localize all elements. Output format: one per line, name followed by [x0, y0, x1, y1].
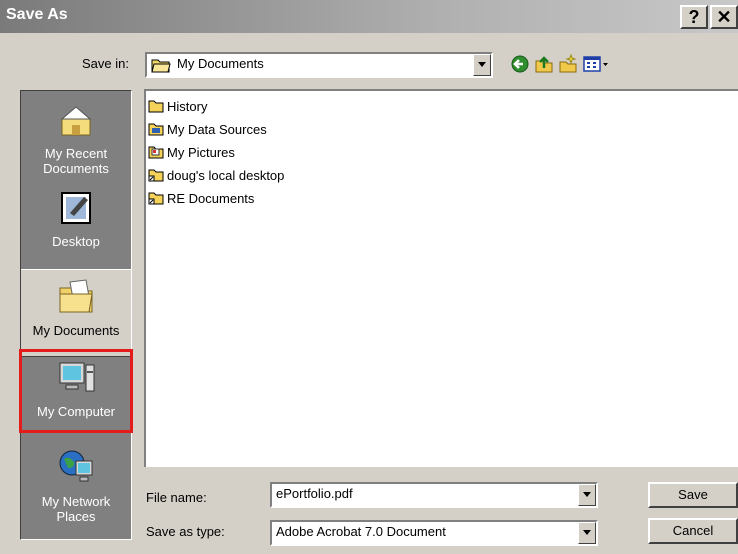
- desktop-icon: [61, 192, 91, 224]
- back-icon[interactable]: [510, 54, 530, 74]
- folder-icon: [148, 99, 164, 113]
- save-as-type-value: Adobe Acrobat 7.0 Document: [276, 524, 446, 539]
- list-item-dougs-local-desktop[interactable]: doug's local desktop: [148, 165, 284, 185]
- chevron-down-icon[interactable]: [473, 54, 491, 76]
- place-label: My Network Places: [41, 494, 111, 524]
- view-menu-icon[interactable]: [582, 54, 610, 74]
- file-name: RE Documents: [167, 190, 255, 206]
- chevron-down-icon[interactable]: [578, 522, 596, 544]
- file-name: doug's local desktop: [167, 167, 285, 183]
- list-item-my-data-sources[interactable]: My Data Sources: [148, 119, 267, 139]
- place-label: My Documents: [32, 323, 120, 338]
- new-folder-icon[interactable]: [558, 53, 578, 74]
- file-name: My Pictures: [167, 144, 235, 160]
- cancel-button[interactable]: Cancel: [648, 518, 738, 544]
- recent-documents-icon: [60, 106, 92, 136]
- help-button[interactable]: ?: [680, 5, 708, 29]
- file-list[interactable]: History My Data Sources My Pictures doug…: [144, 89, 738, 467]
- close-button[interactable]: ✕: [710, 5, 738, 29]
- file-name-label: File name:: [146, 490, 207, 505]
- title-bar[interactable]: Save As ? ✕: [0, 0, 738, 33]
- place-desktop[interactable]: Desktop: [21, 183, 131, 267]
- chevron-down-icon[interactable]: [578, 484, 596, 506]
- file-name: My Data Sources: [167, 121, 267, 137]
- network-places-icon: [59, 450, 93, 482]
- file-name-value[interactable]: ePortfolio.pdf: [276, 486, 353, 501]
- window-title: Save As: [6, 6, 68, 23]
- my-documents-icon: [59, 279, 93, 313]
- save-button[interactable]: Save: [648, 482, 738, 508]
- list-item-my-pictures[interactable]: My Pictures: [148, 142, 235, 162]
- save-as-type-dropdown[interactable]: Adobe Acrobat 7.0 Document: [270, 520, 598, 546]
- place-my-documents[interactable]: My Documents: [21, 269, 131, 357]
- save-in-dropdown[interactable]: My Documents: [145, 52, 493, 78]
- folder-open-icon: [151, 57, 171, 77]
- my-computer-highlight-box: [19, 349, 133, 433]
- file-name: History: [167, 98, 208, 114]
- up-folder-icon[interactable]: [534, 54, 554, 74]
- place-my-recent-documents[interactable]: My Recent Documents: [21, 95, 131, 183]
- folder-shortcut-icon: [148, 168, 164, 182]
- place-label: Desktop: [52, 234, 100, 249]
- save-in-value: My Documents: [177, 56, 264, 71]
- list-item-history[interactable]: History: [148, 96, 207, 116]
- place-label: My Recent Documents: [43, 146, 109, 176]
- file-name-field[interactable]: ePortfolio.pdf: [270, 482, 598, 508]
- place-my-network-places[interactable]: My Network Places: [21, 443, 131, 537]
- save-as-dialog: Save As ? ✕ Save in: My Documents My Rec…: [0, 0, 738, 554]
- save-in-label: Save in:: [82, 56, 129, 71]
- list-item-re-documents[interactable]: RE Documents: [148, 188, 254, 208]
- data-sources-folder-icon: [148, 122, 164, 136]
- folder-shortcut-icon: [148, 191, 164, 205]
- places-bar: My Recent Documents Desktop My Documents…: [19, 90, 133, 540]
- save-as-type-label: Save as type:: [146, 524, 225, 539]
- pictures-folder-icon: [148, 145, 164, 159]
